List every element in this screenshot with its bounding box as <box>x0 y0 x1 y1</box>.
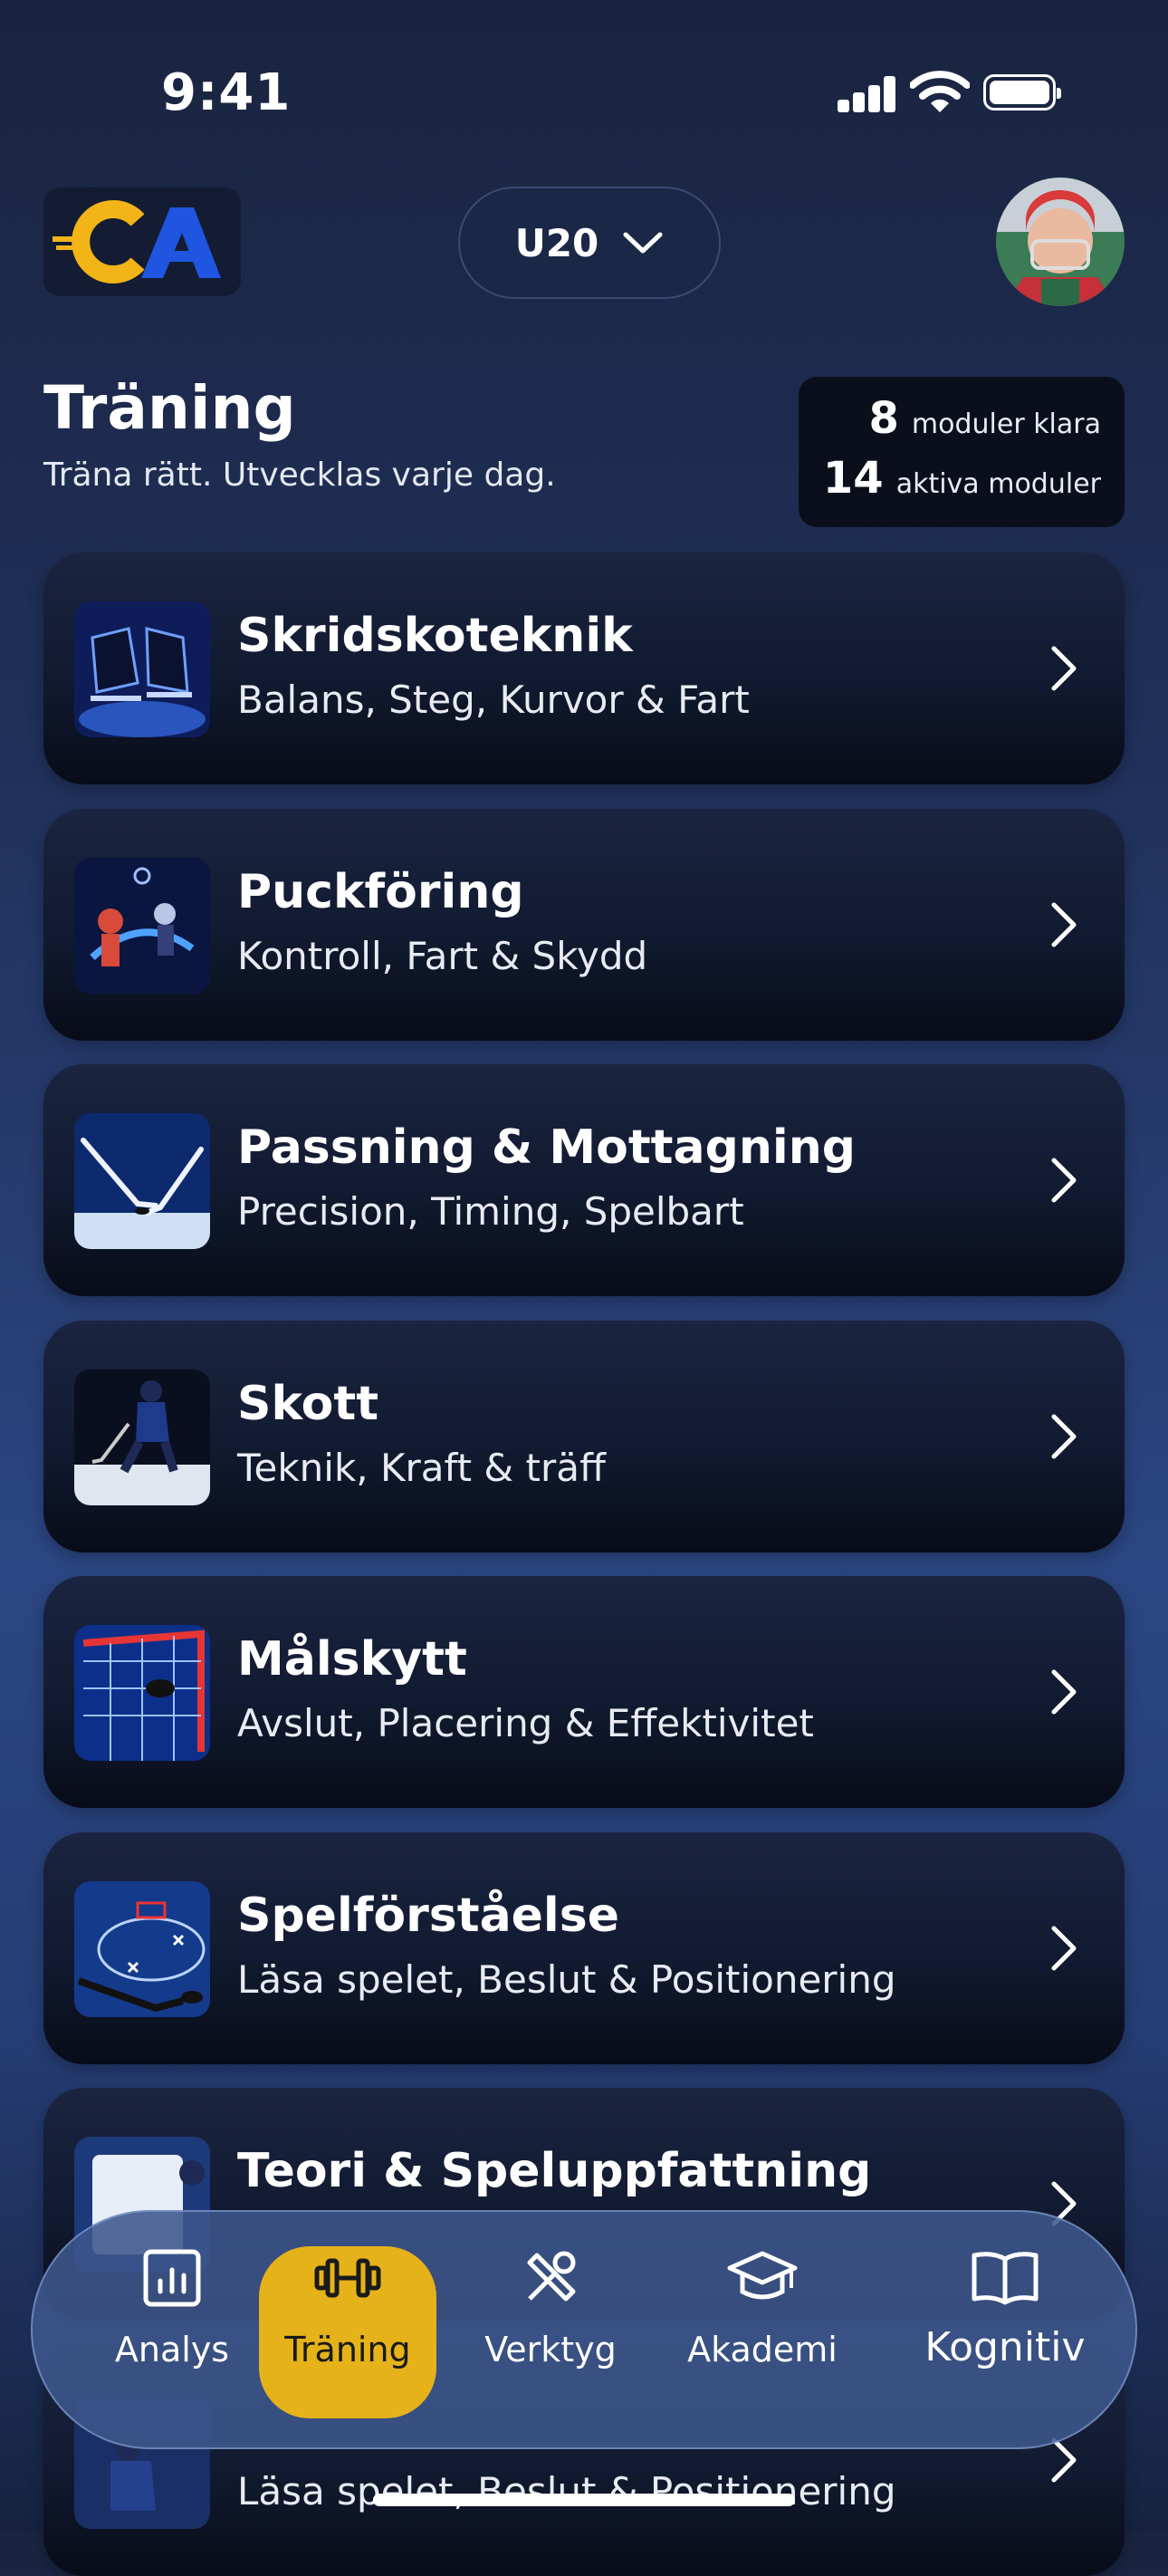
status-bar: 9:41 <box>0 0 1168 181</box>
chevron-down-icon <box>623 232 663 254</box>
home-indicator[interactable] <box>373 2494 795 2506</box>
team-selector-label: U20 <box>514 220 599 265</box>
tab-kognitiv[interactable]: Kognitiv <box>905 2246 1105 2418</box>
module-card-puckforing[interactable]: Puckföring Kontroll, Fart & Skydd <box>43 809 1125 1041</box>
book-icon <box>972 2252 1039 2305</box>
tab-verktyg[interactable]: Verktyg <box>462 2246 639 2418</box>
module-subtitle: Precision, Timing, Spelbart <box>237 1189 744 1234</box>
stat-active: 14 aktiva moduler <box>823 453 1101 504</box>
graduation-cap-icon <box>727 2251 798 2300</box>
module-subtitle: Läsa spelet, Beslut & Positionering <box>237 1957 896 2002</box>
goal-net-image <box>74 1625 210 1761</box>
shooting-player-image <box>74 1370 210 1505</box>
module-title: Teori & Speluppfattning <box>237 2144 872 2198</box>
chevron-right-icon <box>1051 1158 1077 1203</box>
tab-label: Verktyg <box>484 2330 617 2369</box>
module-title: Passning & Mottagning <box>237 1120 856 1175</box>
module-subtitle: Teknik, Kraft & träff <box>237 1446 606 1490</box>
module-card-skridskoteknik[interactable]: Skridskoteknik Balans, Steg, Kurvor & Fa… <box>43 553 1125 784</box>
module-title: Spelförståelse <box>237 1889 619 1943</box>
cellular-signal-icon <box>838 76 895 112</box>
page-title: Träning <box>43 373 296 443</box>
stat-active-label: aktiva moduler <box>895 468 1101 500</box>
module-title: Målskytt <box>237 1632 467 1687</box>
stats-box: 8 moduler klara 14 aktiva moduler <box>799 377 1125 527</box>
chevron-right-icon <box>1051 1669 1077 1715</box>
bottom-tab-bar: Analys Träning Verktyg Akademi Kognitiv <box>31 2210 1137 2449</box>
avatar-image <box>996 178 1125 306</box>
team-selector[interactable]: U20 <box>458 187 721 299</box>
module-subtitle: Läsa spelet, Beslut & Positionering <box>237 2469 896 2514</box>
module-title: Skridskoteknik <box>237 609 633 663</box>
app-logo[interactable] <box>43 187 241 296</box>
battery-icon <box>983 74 1061 111</box>
status-time: 9:41 <box>161 63 292 122</box>
chevron-right-icon <box>1051 646 1077 691</box>
tab-label: Träning <box>284 2330 411 2369</box>
tools-icon <box>527 2251 576 2302</box>
logo-icon <box>53 200 221 284</box>
chevron-right-icon <box>1051 1414 1077 1459</box>
profile-avatar[interactable] <box>996 178 1125 306</box>
module-title: Puckföring <box>237 865 524 919</box>
stat-completed-value: 8 <box>868 393 899 444</box>
stat-active-value: 14 <box>822 453 884 504</box>
chevron-right-icon <box>1051 902 1077 947</box>
tab-akademi[interactable]: Akademi <box>674 2246 851 2418</box>
bar-chart-icon <box>143 2249 201 2307</box>
module-subtitle: Avslut, Placering & Effektivitet <box>237 1701 814 1745</box>
module-subtitle: Balans, Steg, Kurvor & Fart <box>237 678 750 722</box>
tab-label: Kognitiv <box>924 2324 1086 2370</box>
tab-label: Analys <box>114 2330 230 2369</box>
stat-completed-label: moduler klara <box>911 409 1101 440</box>
module-card-malskytt[interactable]: Målskytt Avslut, Placering & Effektivite… <box>43 1576 1125 1808</box>
module-card-passning[interactable]: Passning & Mottagning Precision, Timing,… <box>43 1064 1125 1296</box>
wifi-icon <box>910 71 970 112</box>
stat-completed: 8 moduler klara <box>868 393 1101 444</box>
chevron-right-icon <box>1051 1926 1077 1971</box>
module-subtitle: Kontroll, Fart & Skydd <box>237 934 648 978</box>
skates-image <box>74 601 210 737</box>
tab-analys[interactable]: Analys <box>83 2246 261 2418</box>
page-subtitle: Träna rätt. Utvecklas varje dag. <box>43 457 556 494</box>
puck-handling-image <box>74 858 210 994</box>
dumbbell-icon <box>314 2258 381 2298</box>
module-card-skott[interactable]: Skott Teknik, Kraft & träff <box>43 1321 1125 1552</box>
passing-sticks-image <box>74 1113 210 1249</box>
module-card-spelforstaelse[interactable]: Spelförståelse Läsa spelet, Beslut & Pos… <box>43 1832 1125 2064</box>
tab-label: Akademi <box>687 2330 838 2369</box>
tactics-board-image <box>74 1881 210 2017</box>
tab-traning[interactable]: Träning <box>259 2246 436 2418</box>
module-title: Skott <box>237 1377 379 1431</box>
